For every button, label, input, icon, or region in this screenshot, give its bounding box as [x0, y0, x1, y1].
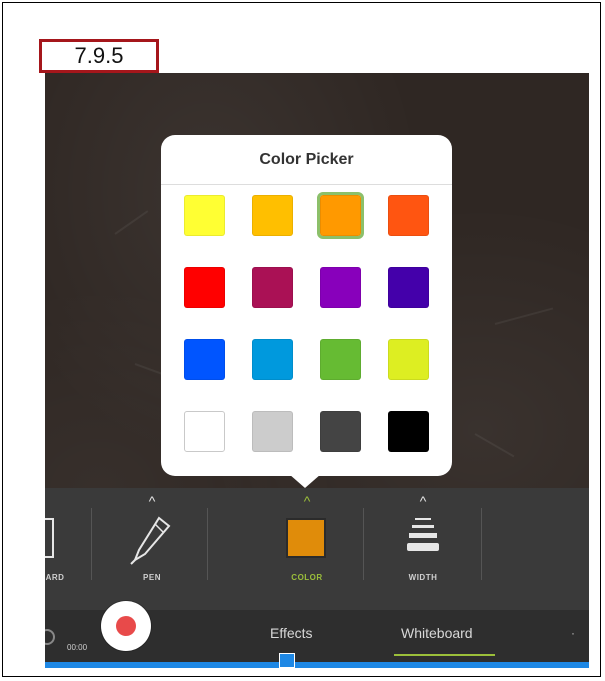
swatch-white[interactable]	[184, 411, 226, 452]
swatch-cell	[239, 267, 307, 308]
swatch-cell	[171, 267, 239, 308]
swatch-cell	[307, 267, 375, 308]
swatch-purple[interactable]	[319, 267, 361, 308]
tab-whiteboard[interactable]: Whiteboard	[401, 625, 473, 641]
app-screen: Color Picker ARD ^ PEN ^ COLOR ^ WIDTH 0…	[45, 73, 589, 668]
swatch-black[interactable]	[387, 411, 429, 452]
swatch-cell	[239, 339, 307, 380]
figure-frame: 7.9.5 Color Picker ARD ^ PEN ^ COLOR ^ W…	[2, 2, 601, 677]
swatch-lime[interactable]	[387, 339, 429, 380]
color-picker-popover: Color Picker	[161, 135, 452, 476]
chalk-mark	[494, 307, 554, 325]
pen-icon	[130, 516, 171, 565]
swatch-dark-gray[interactable]	[319, 411, 361, 452]
toolbar-divider	[481, 508, 482, 580]
swatch-cell	[374, 195, 442, 236]
swatch-cell	[374, 267, 442, 308]
recording-timer: 00:00	[67, 643, 88, 652]
swatch-yellow[interactable]	[184, 195, 226, 236]
tool-board[interactable]: ARD	[45, 488, 85, 610]
section-label: 7.9.5	[39, 39, 159, 73]
chalk-mark	[114, 210, 149, 235]
swatch-cell	[307, 339, 375, 380]
tool-color-label: COLOR	[291, 573, 323, 582]
swatch-amber[interactable]	[252, 195, 294, 236]
swatch-cell	[307, 411, 375, 452]
swatch-cell	[239, 195, 307, 236]
swatch-crimson[interactable]	[252, 267, 294, 308]
color-picker-title: Color Picker	[161, 135, 452, 185]
swatch-indigo[interactable]	[387, 267, 429, 308]
swatch-green[interactable]	[319, 339, 361, 380]
width-lines-icon	[407, 518, 439, 551]
progress-track	[45, 662, 589, 668]
chevron-up-icon: ^	[148, 493, 156, 509]
swatch-blue[interactable]	[184, 339, 226, 380]
tool-width-label: WIDTH	[408, 573, 438, 582]
tool-width[interactable]: ^ WIDTH	[375, 488, 471, 610]
swatch-cell	[171, 339, 239, 380]
chevron-up-icon: ^	[303, 493, 311, 509]
toolbar-divider	[91, 508, 92, 580]
chalk-mark	[474, 433, 515, 458]
scrub-handle[interactable]	[279, 653, 295, 668]
chevron-up-icon: ^	[419, 493, 427, 509]
swatch-cell	[171, 411, 239, 452]
active-tab-indicator	[394, 654, 495, 656]
overflow-indicator: ·	[571, 626, 575, 640]
swatch-cell	[239, 411, 307, 452]
swatch-red[interactable]	[184, 267, 226, 308]
color-swatch-icon	[286, 518, 326, 558]
board-icon	[45, 518, 54, 558]
color-swatch-grid	[171, 192, 442, 452]
tool-pen[interactable]: ^ PEN	[107, 488, 197, 610]
swatch-red-orange[interactable]	[387, 195, 429, 236]
swatch-orange[interactable]	[316, 192, 364, 239]
swatch-cell	[374, 339, 442, 380]
tool-color[interactable]: ^ COLOR	[257, 488, 357, 610]
tab-effects[interactable]: Effects	[270, 625, 313, 641]
record-button[interactable]	[101, 601, 151, 651]
record-icon	[116, 616, 136, 636]
swatch-cell	[374, 411, 442, 452]
toolbar-divider	[207, 508, 208, 580]
swatch-sky-blue[interactable]	[252, 339, 294, 380]
swatch-cell	[171, 195, 239, 236]
tool-pen-label: PEN	[143, 573, 161, 582]
swatch-light-gray[interactable]	[252, 411, 294, 452]
toolbar-divider	[363, 508, 364, 580]
swatch-cell	[307, 192, 375, 239]
tool-toolbar: ARD ^ PEN ^ COLOR ^ WIDTH	[45, 488, 589, 610]
tool-board-label: ARD	[45, 573, 65, 582]
popover-arrow	[289, 474, 321, 488]
